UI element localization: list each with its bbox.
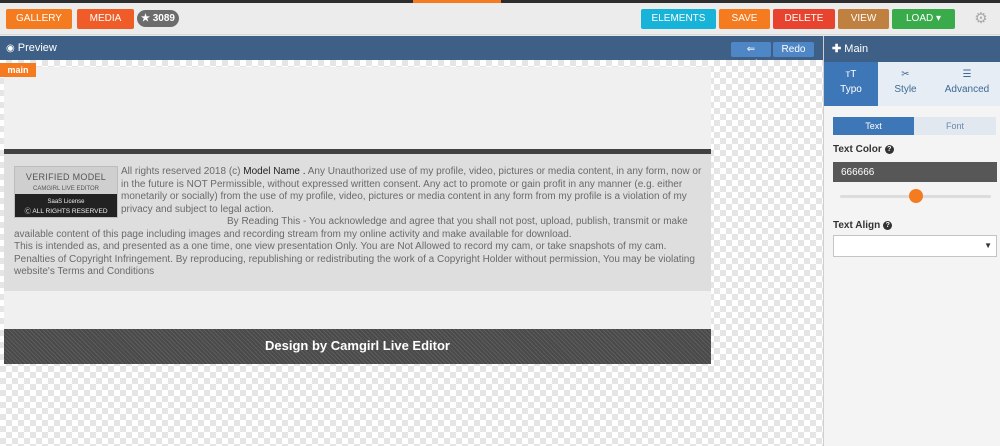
- verified-model-badge: VERIFIED MODEL CAMGIRL LIVE EDITOR SaaS …: [14, 166, 118, 218]
- media-button[interactable]: MEDIA: [77, 9, 134, 29]
- text-align-label: Text Align?: [833, 220, 893, 231]
- gallery-button[interactable]: GALLERY: [6, 9, 72, 29]
- panel-title: Main: [844, 43, 869, 55]
- star-count-badge: ★ 3089: [137, 10, 179, 27]
- legal-section[interactable]: VERIFIED MODEL CAMGIRL LIVE EDITOR SaaS …: [4, 154, 711, 291]
- preview-header: ◉Preview ⇐ Undo Redo ⇒: [0, 36, 823, 70]
- top-toolbar: GALLERY MEDIA ★ 3089 ELEMENTS SAVE DELET…: [0, 0, 1000, 35]
- text-align-select[interactable]: ▼: [833, 235, 997, 257]
- properties-panel: ✚ Main ᴛT Typo ✂ Style ☰ Advanced Text F…: [823, 36, 1000, 446]
- tab-advanced-label: Advanced: [944, 84, 990, 95]
- legal-paragraph-3: By Reading This - You acknowledge and ag…: [14, 216, 688, 240]
- text-align-label-text: Text Align: [833, 220, 881, 231]
- opacity-slider-thumb[interactable]: [908, 189, 923, 203]
- legal-paragraph-1: All rights reserved 2018 (c): [121, 166, 244, 177]
- tab-style-label: Style: [894, 84, 917, 95]
- help-icon[interactable]: ?: [883, 221, 893, 230]
- load-dropdown-button[interactable]: LOAD ▾: [892, 9, 955, 29]
- segment-text[interactable]: Text: [833, 117, 914, 135]
- redo-button[interactable]: Redo ⇒: [773, 42, 814, 70]
- main-section-tag[interactable]: main: [0, 63, 36, 77]
- elements-button[interactable]: ELEMENTS: [641, 9, 716, 29]
- tab-advanced[interactable]: ☰ Advanced: [933, 62, 1000, 106]
- delete-button[interactable]: DELETE: [773, 9, 835, 29]
- eye-icon: ◉: [6, 43, 15, 54]
- model-name: Model Name .: [243, 166, 306, 177]
- tab-style[interactable]: ✂ Style: [878, 62, 933, 106]
- gear-icon[interactable]: ⚙: [971, 9, 991, 29]
- verified-badge-strip: SaaS License Ⓒ ALL RIGHTS RESERVED: [15, 194, 117, 217]
- text-color-input[interactable]: [833, 162, 997, 182]
- text-color-label-text: Text Color: [833, 144, 882, 155]
- typography-icon: ᴛT: [845, 69, 857, 80]
- brush-icon: ✂: [901, 69, 910, 80]
- preview-title-text: Preview: [17, 42, 57, 54]
- text-color-label: Text Color?: [833, 144, 894, 155]
- top-strip-accent: [413, 0, 501, 3]
- save-button[interactable]: SAVE: [719, 9, 770, 29]
- preview-title: ◉ Preview: [6, 41, 57, 56]
- panel-tabs: ᴛT Typo ✂ Style ☰ Advanced: [824, 62, 1000, 106]
- legal-paragraph-4: This is intended as, and presented as a …: [14, 241, 695, 277]
- tab-typo-label: Typo: [840, 84, 862, 95]
- tab-typo[interactable]: ᴛT Typo: [824, 62, 878, 106]
- footer-text: Design by Camgirl Live Editor: [265, 338, 450, 353]
- verified-badge-rights: Ⓒ ALL RIGHTS RESERVED: [24, 208, 108, 215]
- legal-text-block: VERIFIED MODEL CAMGIRL LIVE EDITOR SaaS …: [14, 166, 704, 279]
- panel-header: ✚ Main: [824, 36, 1000, 62]
- undo-button[interactable]: ⇐ Undo: [731, 42, 771, 70]
- plus-icon: ✚: [832, 43, 842, 55]
- verified-badge-title: VERIFIED MODEL: [25, 172, 107, 182]
- segment-font[interactable]: Font: [914, 117, 996, 135]
- chevron-down-icon: ▼: [984, 241, 992, 250]
- help-icon[interactable]: ?: [884, 145, 894, 154]
- list-icon: ☰: [962, 69, 972, 80]
- footer-banner[interactable]: Design by Camgirl Live Editor: [4, 329, 711, 364]
- view-button[interactable]: VIEW: [838, 9, 889, 29]
